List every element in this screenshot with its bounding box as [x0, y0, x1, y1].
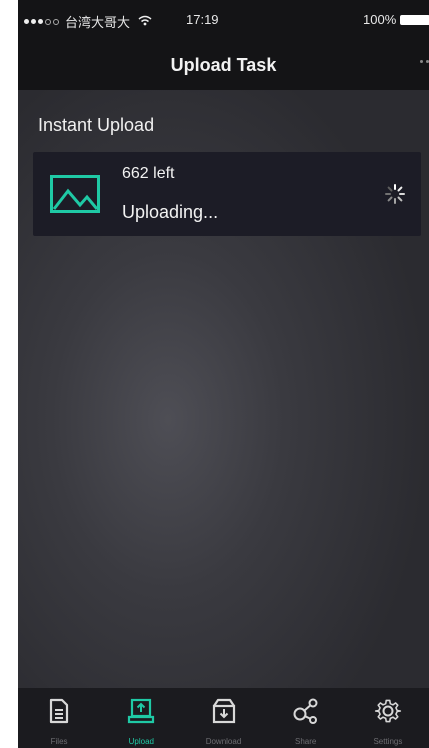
remaining-count: 662 left — [122, 165, 175, 182]
tab-settings-label: Settings — [373, 737, 403, 746]
upload-icon — [128, 698, 155, 724]
tab-files[interactable]: Files — [18, 688, 100, 748]
gear-icon — [374, 699, 402, 723]
tab-upload[interactable]: Upload — [100, 688, 182, 748]
app-screen: 台湾大哥大 17:19 100% Upload Task Instant Upl… — [18, 0, 429, 748]
share-icon — [293, 698, 318, 724]
tab-settings[interactable]: Settings — [347, 688, 429, 748]
section-title: Instant Upload — [38, 115, 155, 135]
download-icon — [212, 698, 235, 724]
carrier-name: 台湾大哥大 — [65, 15, 131, 30]
battery-percent: 100% — [363, 12, 397, 27]
tab-upload-label: Upload — [128, 737, 154, 746]
battery-indicator: 100% — [363, 12, 429, 27]
nav-bar: Upload Task — [18, 40, 429, 90]
status-bar: 台湾大哥大 17:19 100% — [18, 0, 429, 40]
more-options-icon[interactable] — [420, 60, 429, 63]
page-title: Upload Task — [170, 54, 277, 75]
tab-files-label: Files — [50, 737, 68, 746]
signal-strength-icon — [24, 18, 59, 25]
upload-task-item[interactable]: 662 left Uploading... — [33, 152, 421, 236]
carrier-info: 台湾大哥大 — [24, 12, 152, 31]
image-icon — [50, 175, 100, 213]
upload-status: Uploading... — [122, 202, 219, 222]
tab-download-label: Download — [205, 737, 242, 746]
tab-share-label: Share — [295, 737, 317, 746]
battery-icon — [400, 14, 429, 25]
wifi-icon — [138, 15, 152, 29]
tab-download[interactable]: Download — [182, 688, 264, 748]
status-time: 17:19 — [186, 12, 219, 27]
loading-spinner-icon — [385, 184, 405, 204]
tab-share[interactable]: Share — [265, 688, 347, 748]
tab-bar: Files Upload Download Share Settings — [18, 688, 429, 748]
files-icon — [49, 698, 69, 724]
